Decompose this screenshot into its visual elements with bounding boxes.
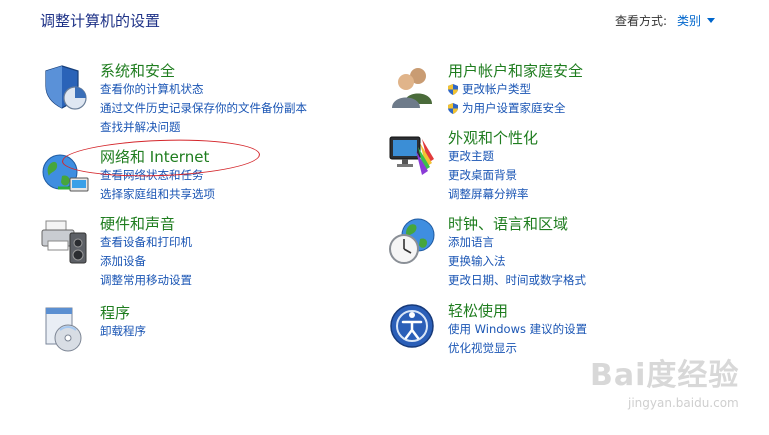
shield-chart-icon[interactable] — [40, 62, 92, 114]
link-family-safety[interactable]: 为用户设置家庭安全 — [448, 99, 708, 118]
watermark-url: jingyan.baidu.com — [628, 396, 739, 410]
printer-speaker-icon[interactable] — [40, 215, 92, 267]
globe-network-icon[interactable] — [40, 148, 92, 200]
page-title: 调整计算机的设置 — [40, 12, 161, 30]
uac-shield-icon — [448, 84, 458, 95]
link-change-theme[interactable]: 更改主题 — [448, 147, 708, 166]
ease-of-access-icon[interactable] — [388, 302, 440, 354]
link-mobility-settings[interactable]: 调整常用移动设置 — [100, 271, 360, 290]
watermark-brand: Bai度经验 — [590, 358, 740, 393]
link-label[interactable]: 更改帐户类型 — [462, 82, 531, 96]
category-title[interactable]: 用户帐户和家庭安全 — [448, 62, 708, 80]
category-title[interactable]: 外观和个性化 — [448, 129, 708, 147]
baidu-watermark: Bai度经验 jingyan.baidu.com — [590, 350, 760, 420]
link-homegroup-sharing[interactable]: 选择家庭组和共享选项 — [100, 185, 360, 204]
monitor-palette-icon[interactable] — [388, 129, 440, 181]
link-change-input-method[interactable]: 更换输入法 — [448, 252, 708, 271]
link-file-history-backup[interactable]: 通过文件历史记录保存你的文件备份副本 — [100, 99, 360, 118]
link-change-account-type[interactable]: 更改帐户类型 — [448, 80, 708, 99]
link-screen-resolution[interactable]: 调整屏幕分辨率 — [448, 185, 708, 204]
category-title[interactable]: 系统和安全 — [100, 62, 360, 80]
category-title[interactable]: 轻松使用 — [448, 302, 708, 320]
category-title[interactable]: 网络和 Internet — [100, 148, 360, 166]
link-uninstall-program[interactable]: 卸载程序 — [100, 322, 360, 341]
category-title[interactable]: 程序 — [100, 304, 360, 322]
link-devices-printers[interactable]: 查看设备和打印机 — [100, 233, 360, 252]
link-recommended-settings[interactable]: 使用 Windows 建议的设置 — [448, 320, 708, 339]
link-view-computer-status[interactable]: 查看你的计算机状态 — [100, 80, 360, 99]
link-add-device[interactable]: 添加设备 — [100, 252, 360, 271]
view-by-label: 查看方式: — [615, 14, 668, 28]
link-troubleshoot[interactable]: 查找并解决问题 — [100, 118, 360, 137]
programs-disc-icon[interactable] — [40, 304, 92, 356]
link-network-status[interactable]: 查看网络状态和任务 — [100, 166, 360, 185]
category-title[interactable]: 硬件和声音 — [100, 215, 360, 233]
link-date-time-format[interactable]: 更改日期、时间或数字格式 — [448, 271, 708, 290]
link-add-language[interactable]: 添加语言 — [448, 233, 708, 252]
category-title[interactable]: 时钟、语言和区域 — [448, 215, 708, 233]
view-by-dropdown[interactable]: 类别 — [677, 14, 716, 28]
link-label[interactable]: 为用户设置家庭安全 — [462, 101, 566, 115]
view-by-value[interactable]: 类别 — [677, 14, 701, 28]
chevron-down-icon[interactable] — [707, 18, 716, 23]
link-desktop-background[interactable]: 更改桌面背景 — [448, 166, 708, 185]
view-by-control: 查看方式: 类别 — [615, 12, 716, 29]
users-icon[interactable] — [388, 62, 440, 114]
clock-globe-icon[interactable] — [388, 215, 440, 267]
uac-shield-icon — [448, 103, 458, 114]
